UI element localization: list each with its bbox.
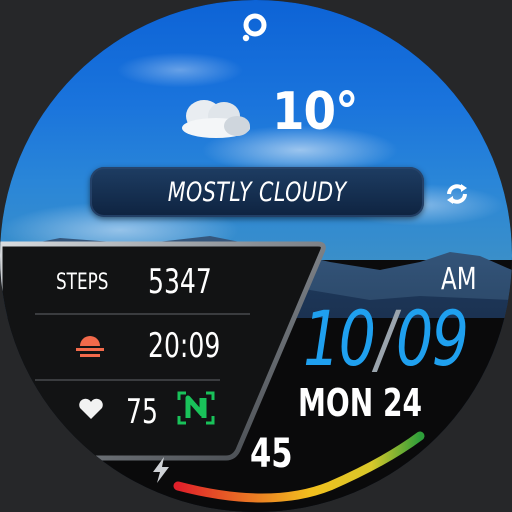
watch-face-stage: 10° MOSTLY CLOUDY STEPS 5347 20:09 75 AM…	[0, 0, 512, 512]
watch-face: 10° MOSTLY CLOUDY STEPS 5347 20:09 75 AM…	[0, 0, 512, 512]
lightning-icon	[153, 457, 169, 483]
battery-level[interactable]: 45	[250, 431, 293, 477]
